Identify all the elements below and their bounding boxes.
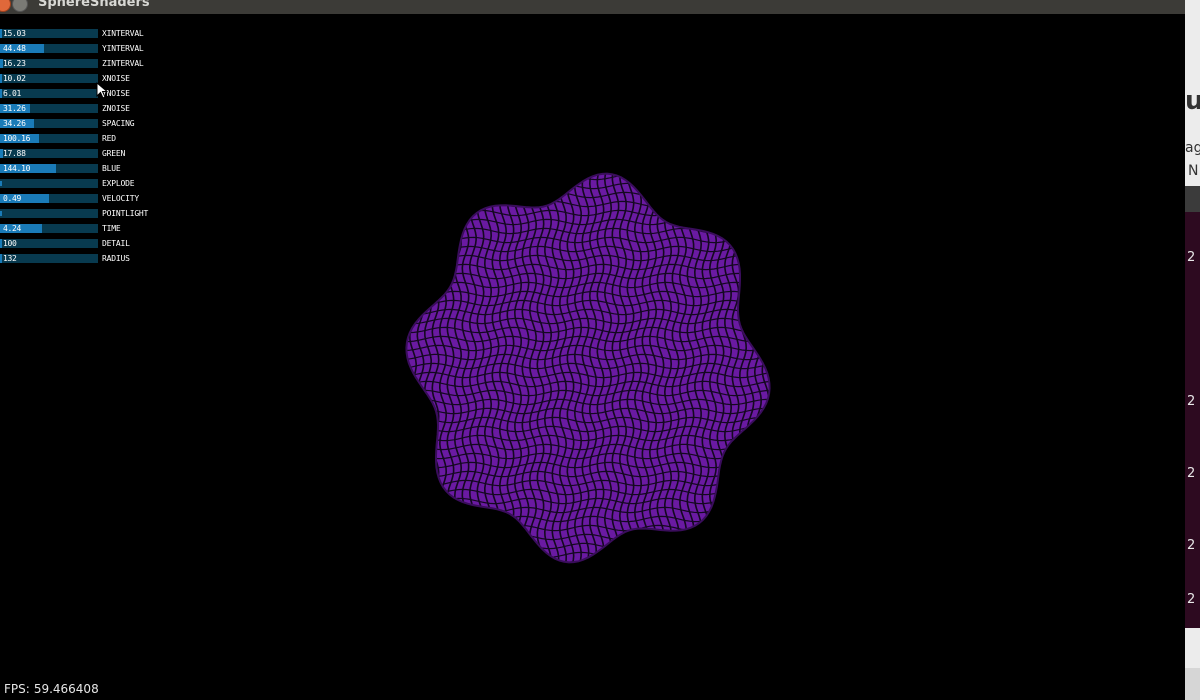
slider-value: 100.16 [3, 134, 31, 143]
control-xnoise[interactable]: 10.02 XNOISE [0, 74, 160, 85]
slider-track[interactable]: 16.23 [0, 59, 98, 68]
slider-label: GREEN [102, 149, 126, 158]
slider-label: POINTLIGHT [102, 209, 149, 218]
slider-value: 10.02 [3, 74, 26, 83]
mesh-line [398, 165, 778, 170]
mesh-line [406, 173, 410, 563]
slider-track[interactable] [0, 179, 98, 188]
slider-label: BLUE [102, 164, 121, 173]
slider-value: 34.26 [3, 119, 26, 128]
control-xinterval[interactable]: 15.03 XINTERVAL [0, 29, 160, 40]
slider-label: EXPLODE [102, 179, 135, 188]
control-time[interactable]: 4.24 TIME [0, 224, 160, 235]
toggle-mark [0, 211, 2, 216]
control-znoise[interactable]: 31.26 ZNOISE [0, 104, 160, 115]
slider-track[interactable] [0, 209, 98, 218]
slider-value: 144.10 [3, 164, 31, 173]
window-title: SphereShaders [38, 0, 150, 10]
control-detail[interactable]: 100 DETAIL [0, 239, 160, 250]
slider-label: DETAIL [102, 239, 130, 248]
slider-track[interactable]: 4.24 [0, 224, 98, 233]
fps-readout: FPS: 59.466408 [4, 682, 99, 696]
control-velocity[interactable]: 0.49 VELOCITY [0, 194, 160, 205]
slider-fill [0, 239, 2, 248]
slider-track[interactable]: 34.26 [0, 119, 98, 128]
background-window-row-value: 2 [1187, 466, 1196, 481]
control-pointlight[interactable]: POINTLIGHT [0, 209, 160, 220]
slider-label: ZINTERVAL [102, 59, 144, 68]
background-window-header-bar [1185, 186, 1200, 212]
slider-fill [0, 89, 2, 98]
slider-value: 16.23 [3, 59, 26, 68]
slider-track[interactable]: 44.48 [0, 44, 98, 53]
slider-fill [0, 254, 2, 263]
slider-track[interactable]: 17.88 [0, 149, 98, 158]
slider-track[interactable]: 31.26 [0, 104, 98, 113]
slider-value: 31.26 [3, 104, 26, 113]
slider-value: 17.88 [3, 149, 26, 158]
background-window-text-2: N [1188, 163, 1199, 179]
slider-track[interactable]: 15.03 [0, 29, 98, 38]
slider-value: 6.01 [3, 89, 22, 98]
slider-track[interactable]: 144.10 [0, 164, 98, 173]
control-green[interactable]: 17.88 GREEN [0, 149, 160, 160]
slider-label: XINTERVAL [102, 29, 144, 38]
slider-label: TIME [102, 224, 121, 233]
control-radius[interactable]: 132 RADIUS [0, 254, 160, 265]
slider-label: ZNOISE [102, 104, 130, 113]
slider-track[interactable]: 6.01 [0, 89, 98, 98]
background-window-content [1185, 212, 1200, 628]
slider-value: 0.49 [3, 194, 22, 203]
noise-sphere [395, 165, 778, 568]
render-canvas[interactable] [0, 14, 1185, 700]
window-titlebar[interactable]: SphereShaders [0, 0, 1185, 14]
background-window-row-value: 2 [1187, 394, 1196, 409]
mesh-line [406, 560, 770, 563]
control-explode[interactable]: EXPLODE [0, 179, 160, 190]
control-spacing[interactable]: 34.26 SPACING [0, 119, 160, 130]
background-window-row-value: 2 [1187, 250, 1196, 265]
close-icon[interactable] [0, 0, 11, 12]
slider-value: 4.24 [3, 224, 22, 233]
slider-label: RED [102, 134, 116, 143]
fps-value: 59.466408 [33, 682, 99, 696]
mesh-line [768, 173, 770, 563]
slider-label: SPACING [102, 119, 135, 128]
slider-track[interactable]: 132 [0, 254, 98, 263]
slider-value: 132 [3, 254, 17, 263]
control-red[interactable]: 100.16 RED [0, 134, 160, 145]
slider-track[interactable]: 0.49 [0, 194, 98, 203]
background-window-row-value: 2 [1187, 538, 1196, 553]
slider-value: 100 [3, 239, 17, 248]
slider-value: 15.03 [3, 29, 26, 38]
background-window-row-value: 2 [1187, 592, 1196, 607]
slider-label: RADIUS [102, 254, 130, 263]
slider-fill [0, 74, 2, 83]
slider-label: YINTERVAL [102, 44, 144, 53]
background-window-bottom [1185, 668, 1200, 700]
background-window-heading: u [1185, 86, 1200, 116]
mouse-cursor-icon [96, 82, 108, 99]
mesh-line [395, 168, 401, 568]
slider-track[interactable]: 10.02 [0, 74, 98, 83]
control-zinterval[interactable]: 16.23 ZINTERVAL [0, 59, 160, 70]
control-yinterval[interactable]: 44.48 YINTERVAL [0, 44, 160, 55]
background-window-text: ag [1185, 140, 1200, 156]
slider-label: VELOCITY [102, 194, 139, 203]
slider-track[interactable]: 100 [0, 239, 98, 248]
minimize-icon[interactable] [12, 0, 28, 12]
toggle-mark [0, 181, 2, 186]
fps-label: FPS: [4, 682, 30, 696]
slider-fill [0, 29, 2, 38]
control-ynoise[interactable]: 6.01 YNOISE [0, 89, 160, 100]
background-window-lower [1185, 628, 1200, 668]
slider-track[interactable]: 100.16 [0, 134, 98, 143]
slider-value: 44.48 [3, 44, 26, 53]
control-blue[interactable]: 144.10 BLUE [0, 164, 160, 175]
